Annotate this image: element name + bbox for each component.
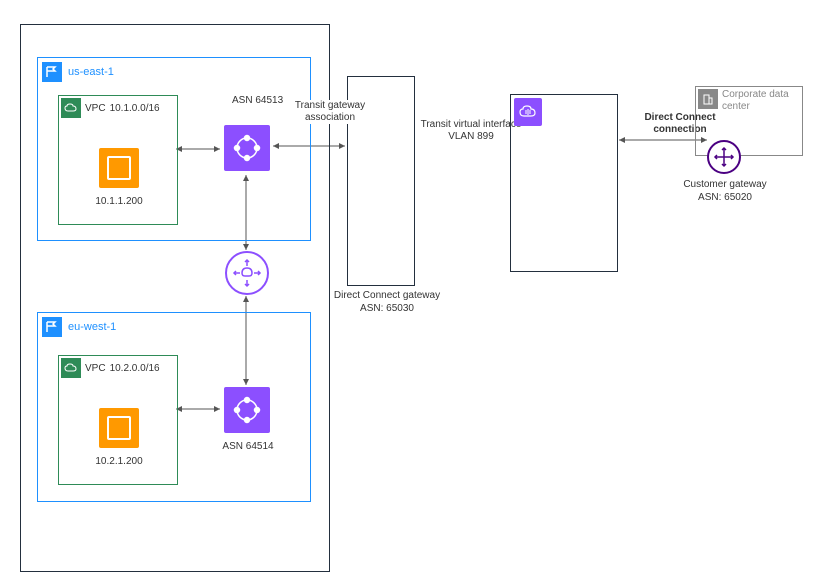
region-label: us-east-1 [68, 66, 114, 78]
vpc-eu-west: VPC 10.2.0.0/16 10.2.1.200 [58, 355, 178, 485]
ec2-icon [99, 148, 139, 188]
vpc-label: VPC [85, 103, 106, 114]
tgw-asn-eu-west: ASN 64514 [208, 441, 288, 452]
vpc-header: VPC 10.1.0.0/16 [59, 96, 177, 120]
flag-icon [42, 62, 62, 82]
tgw-peering-icon [225, 251, 269, 295]
customer-gateway-icon [707, 140, 741, 174]
vpc-us-east: VPC 10.1.0.0/16 10.1.1.200 [58, 95, 178, 225]
dx-cloud-icon [514, 98, 542, 126]
region-header: us-east-1 [38, 58, 310, 86]
diagram-canvas: us-east-1 VPC 10.1.0.0/16 10.1.1.200 ASN… [0, 0, 817, 583]
ec2-icon [99, 408, 139, 448]
tgw-association-label: Transit gateway association [290, 100, 370, 124]
building-icon [698, 89, 718, 109]
region-eu-west-1: eu-west-1 VPC 10.2.0.0/16 10.2.1.200 ASN… [37, 312, 311, 502]
vpc-header: VPC 10.2.0.0/16 [59, 356, 177, 380]
region-us-east-1: us-east-1 VPC 10.1.0.0/16 10.1.1.200 [37, 57, 311, 241]
flag-icon [42, 317, 62, 337]
vpc-label: VPC [85, 363, 106, 374]
transit-gateway-icon [224, 125, 270, 171]
cloud-icon [61, 358, 81, 378]
vpc-cidr: 10.1.0.0/16 [110, 103, 160, 114]
corp-header: Corporate data center [696, 87, 802, 115]
region-header: eu-west-1 [38, 313, 310, 341]
region-label: eu-west-1 [68, 321, 116, 333]
vpc-cidr: 10.2.0.0/16 [110, 363, 160, 374]
transit-gateway-icon [224, 387, 270, 433]
instance-ip: 10.1.1.200 [59, 196, 179, 207]
corp-label: Corporate data center [722, 89, 800, 113]
cloud-icon [61, 98, 81, 118]
cgw-label: Customer gatewayASN: 65020 [670, 178, 780, 204]
dx-gateway-label: Direct Connect gatewayASN: 65030 [322, 289, 452, 315]
instance-ip: 10.2.1.200 [59, 456, 179, 467]
